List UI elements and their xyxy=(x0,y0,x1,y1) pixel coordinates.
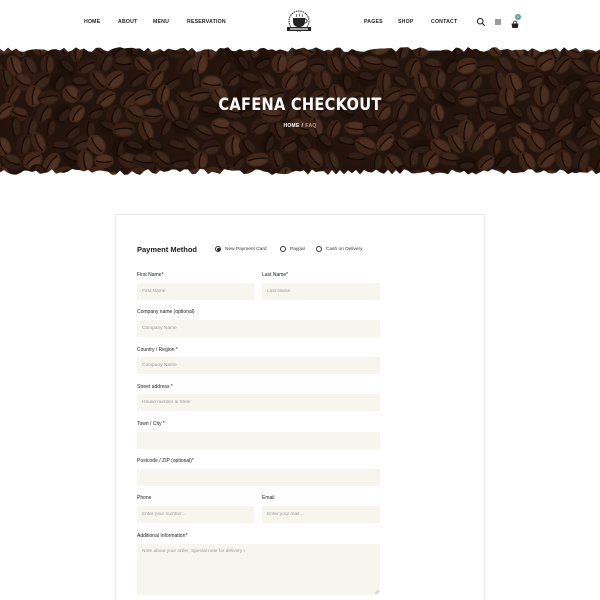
cart-icon xyxy=(511,20,519,28)
radio-indicator xyxy=(280,246,286,252)
last-name-label: Last Name* xyxy=(262,272,289,278)
torn-edge-bottom xyxy=(0,169,600,176)
country-input[interactable] xyxy=(137,357,380,374)
breadcrumb-home[interactable]: HOME xyxy=(283,123,299,129)
nav-pages[interactable]: PAGES xyxy=(364,19,383,25)
country-label: Country / Region * xyxy=(137,347,178,353)
first-name-input[interactable] xyxy=(137,283,254,300)
additional-info-textarea[interactable] xyxy=(137,544,380,595)
radio-cash-on-delivery[interactable]: Cash on Delivery xyxy=(316,246,363,252)
nav-reservation[interactable]: RESERVATION xyxy=(187,19,226,25)
email-label: Email xyxy=(262,495,275,501)
postcode-label: Postcode / ZIP (optional)* xyxy=(137,458,194,464)
phone-input[interactable] xyxy=(137,506,254,523)
radio-label: Cash on Delivery xyxy=(326,246,363,252)
nav-home[interactable]: HOME xyxy=(84,19,100,25)
nav-about[interactable]: ABOUT xyxy=(118,19,137,25)
torn-edge-top xyxy=(0,46,600,52)
nav-shop[interactable]: SHOP xyxy=(398,19,414,25)
radio-label: Paypal xyxy=(290,246,305,252)
first-name-label: First Name* xyxy=(137,272,164,278)
search-icon[interactable] xyxy=(476,17,486,27)
cart-count-badge: 0 xyxy=(515,14,521,20)
company-label: Company name (optional) xyxy=(137,309,195,315)
town-input[interactable] xyxy=(137,432,380,449)
postcode-input[interactable] xyxy=(137,469,380,486)
street-input[interactable] xyxy=(137,394,380,411)
payment-method-title: Payment Method xyxy=(137,245,198,254)
cart-button[interactable]: 0 xyxy=(510,14,521,28)
page-title: CAFENA CHECKOUT xyxy=(218,95,382,115)
nav-menu[interactable]: MENU xyxy=(153,19,169,25)
email-input[interactable] xyxy=(262,506,380,523)
site-header: HOME ABOUT MENU RESERVATION PAGES SHOP C… xyxy=(0,0,600,46)
hamburger-icon[interactable] xyxy=(493,17,503,27)
radio-new-payment-card[interactable]: New Payment Card xyxy=(215,246,267,252)
radio-indicator-selected xyxy=(215,246,221,252)
phone-label: Phone xyxy=(137,495,152,501)
company-input[interactable] xyxy=(137,320,380,337)
nav-contact[interactable]: CONTACT xyxy=(431,19,457,25)
breadcrumb-separator: / xyxy=(301,123,304,129)
breadcrumb-current: FAQ xyxy=(305,123,317,129)
resize-handle-icon[interactable] xyxy=(374,589,379,594)
town-label: Town / City * xyxy=(137,421,165,427)
radio-paypal[interactable]: Paypal xyxy=(280,246,305,252)
hero-banner: CAFENA CHECKOUT HOME / FAQ xyxy=(0,46,600,176)
radio-label: New Payment Card xyxy=(225,246,267,252)
breadcrumb: HOME / FAQ xyxy=(0,123,600,129)
additional-info-label: Additional Information* xyxy=(137,533,188,539)
street-label: Street address * xyxy=(137,384,173,390)
cafena-logo[interactable] xyxy=(284,10,314,34)
last-name-input[interactable] xyxy=(262,283,380,300)
radio-indicator xyxy=(316,246,322,252)
